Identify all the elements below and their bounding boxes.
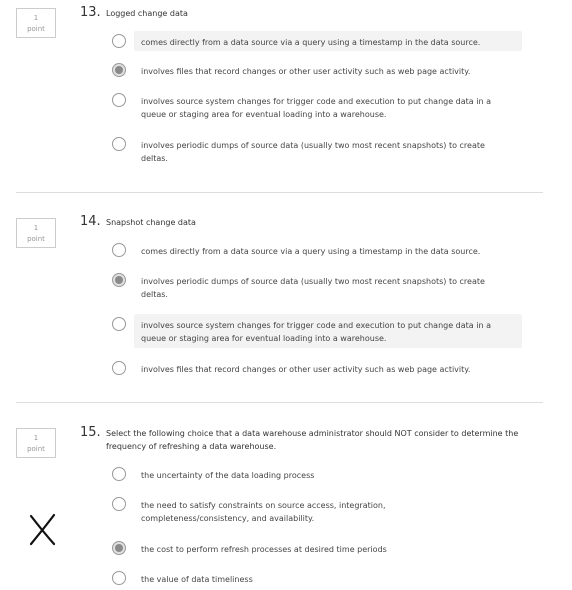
option-text: involves periodic dumps of source data (… [141, 277, 485, 299]
option-text: involves files that record changes or ot… [141, 365, 471, 374]
option-text: involves source system changes for trigg… [141, 97, 491, 119]
points-value: 1 [33, 434, 39, 442]
radio-button[interactable] [112, 93, 126, 107]
radio-button-selected[interactable] [112, 273, 126, 287]
question-number: 15. [80, 425, 101, 440]
radio-button[interactable] [112, 317, 126, 331]
option-text: the need to satisfy constraints on sourc… [141, 501, 386, 523]
radio-button[interactable] [112, 571, 126, 585]
radio-button[interactable] [112, 137, 126, 151]
points-label: point [27, 25, 45, 33]
option-text: comes directly from a data source via a … [141, 38, 481, 47]
points-label: point [27, 235, 45, 243]
option-text: involves source system changes for trigg… [141, 321, 491, 343]
radio-button[interactable] [112, 34, 126, 48]
radio-button[interactable] [112, 467, 126, 481]
option-text: comes directly from a data source via a … [141, 247, 481, 256]
question-text: Logged change data [106, 9, 188, 18]
option-text: involves periodic dumps of source data (… [141, 141, 485, 163]
points-box: 1 point [16, 428, 56, 458]
radio-button[interactable] [112, 243, 126, 257]
radio-button[interactable] [112, 361, 126, 375]
option-text: the uncertainty of the data loading proc… [141, 471, 315, 480]
question-text: Select the following choice that a data … [106, 429, 519, 451]
option-text: the cost to perform refresh processes at… [141, 545, 387, 554]
points-box: 1 point [16, 218, 56, 248]
points-value: 1 [33, 224, 39, 232]
question-number: 14. [80, 214, 101, 229]
points-box: 1 point [16, 8, 56, 38]
radio-button[interactable] [112, 497, 126, 511]
points-label: point [27, 445, 45, 453]
handwritten-x-mark-icon [29, 513, 56, 546]
points-value: 1 [33, 14, 39, 22]
question-text: Snapshot change data [106, 218, 196, 227]
question-number: 13. [80, 5, 101, 20]
radio-button-selected[interactable] [112, 541, 126, 555]
option-text: the value of data timeliness [141, 575, 253, 584]
divider [16, 192, 543, 193]
radio-button-selected[interactable] [112, 63, 126, 77]
option-text: involves files that record changes or ot… [141, 67, 471, 76]
divider [16, 402, 543, 403]
